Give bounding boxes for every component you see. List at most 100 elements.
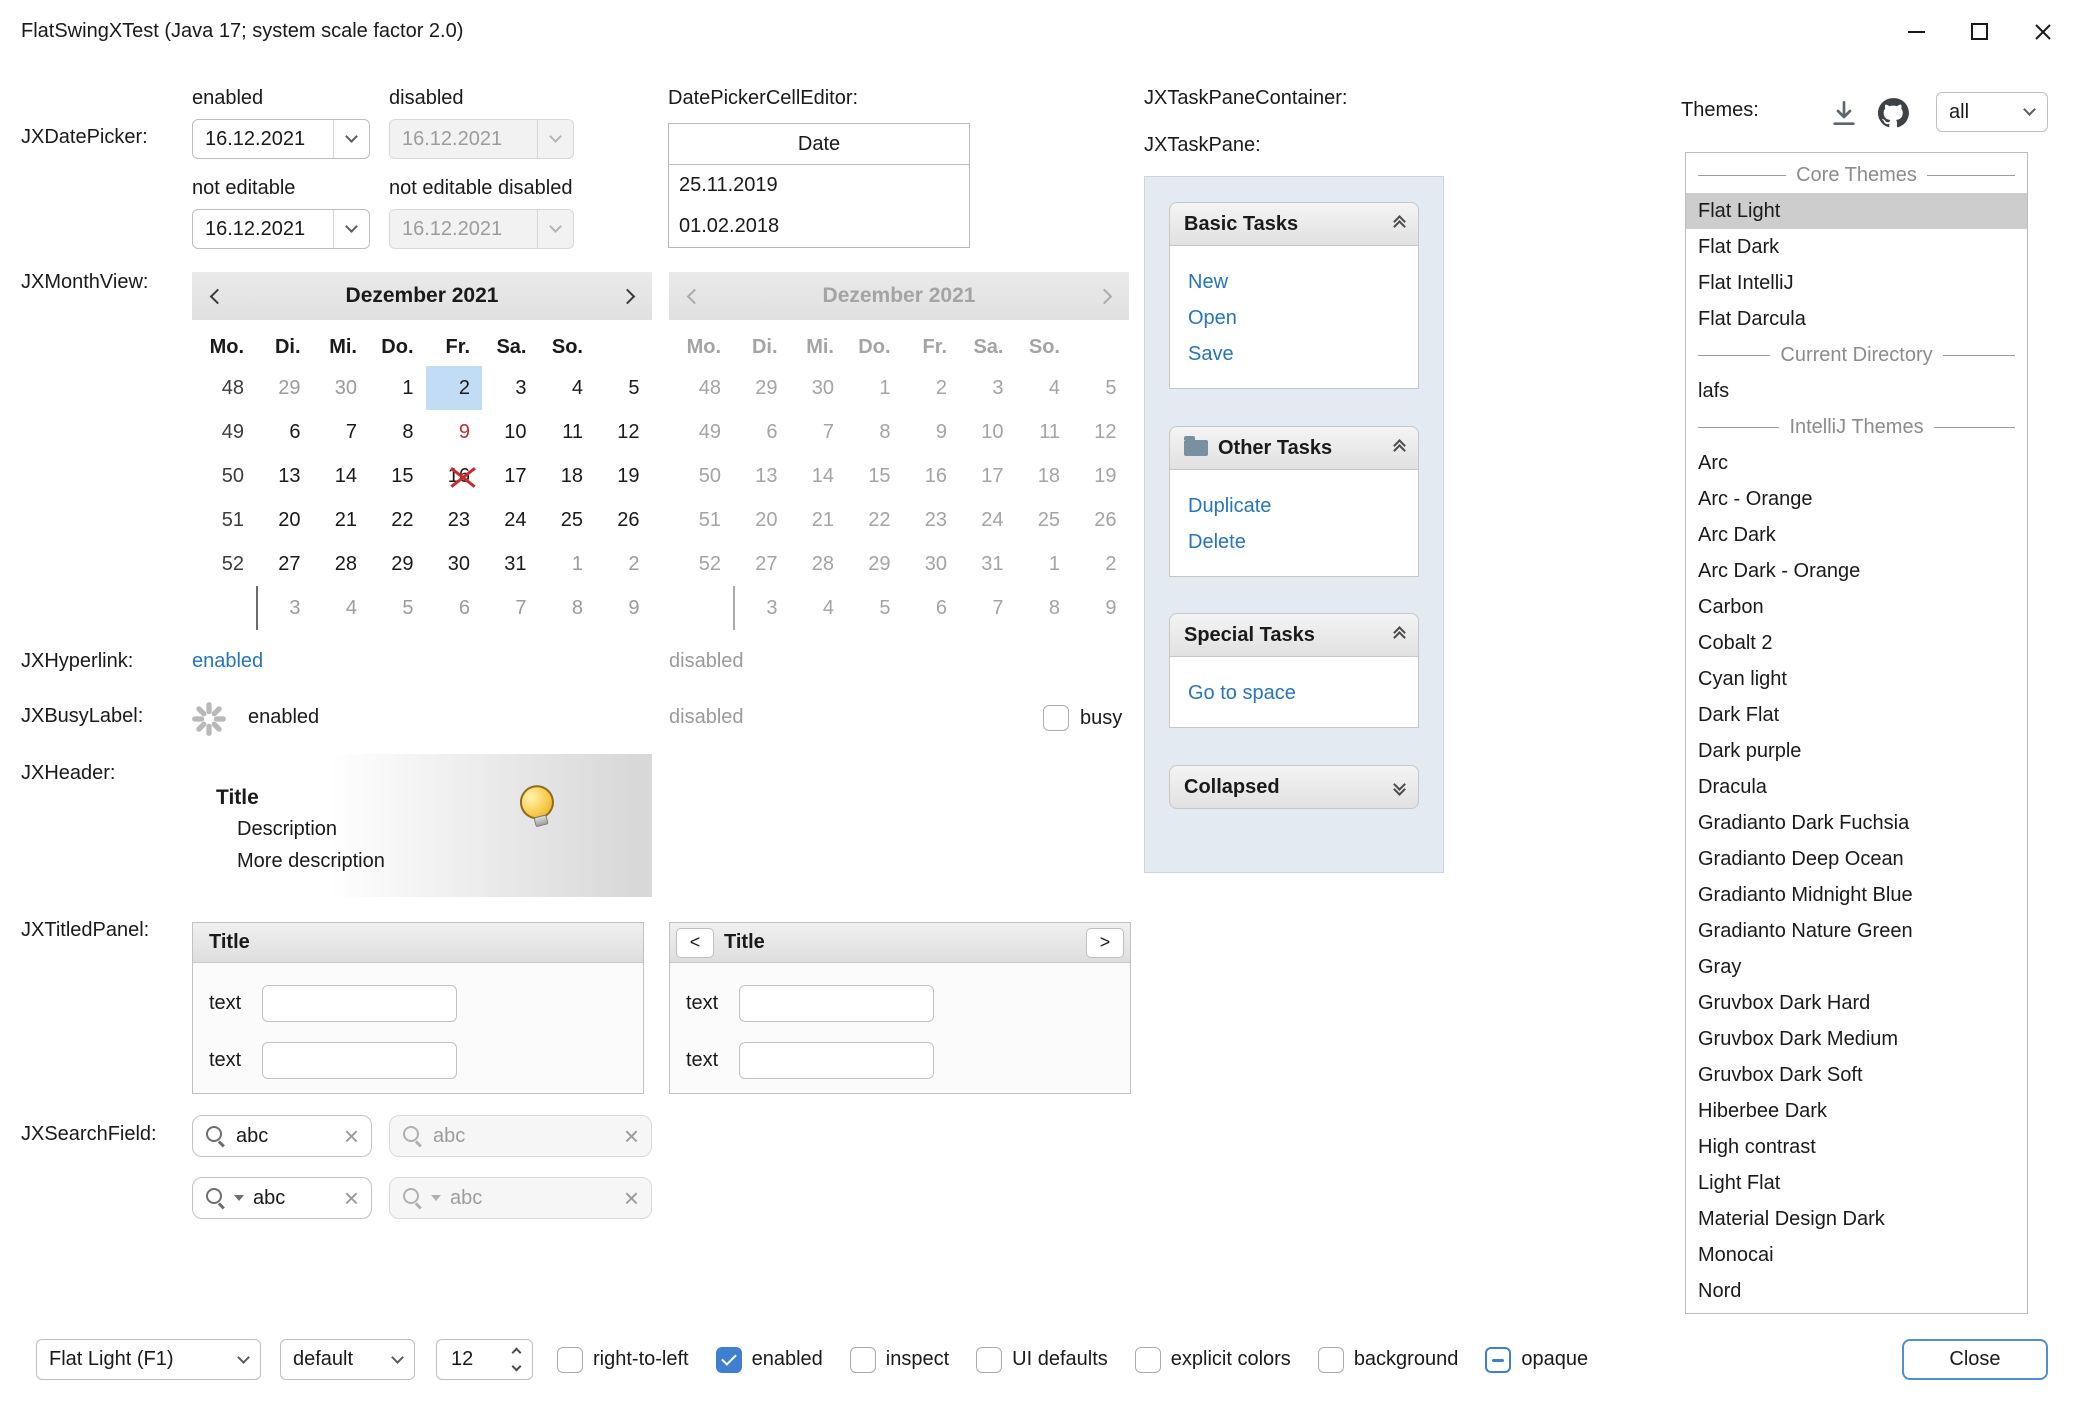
theme-list-item[interactable]: Gradianto Dark Fuchsia — [1686, 805, 2027, 841]
collapse-chevron-icon[interactable] — [1395, 217, 1404, 231]
calendar-cell[interactable]: 26 — [595, 498, 652, 542]
calendar-cell[interactable]: 1 — [539, 542, 596, 586]
calendar-cell[interactable]: 13 — [256, 454, 313, 498]
calendar-cell[interactable]: 49 — [192, 410, 256, 454]
datepicker-not-editable[interactable]: 16.12.2021 — [192, 209, 370, 249]
calendar-cell[interactable]: 48 — [192, 366, 256, 410]
checkbox[interactable] — [1318, 1347, 1344, 1373]
spinner-arrows[interactable] — [513, 1349, 532, 1370]
theme-list-item[interactable]: Cobalt 2 — [1686, 625, 2027, 661]
taskpane-link[interactable]: Save — [1188, 336, 1418, 372]
calendar-cell[interactable]: 9 — [595, 586, 652, 630]
text-input[interactable] — [262, 985, 457, 1022]
close-dialog-button[interactable]: Close — [1902, 1339, 2048, 1380]
theme-list-item[interactable]: Dark Flat — [1686, 697, 2027, 733]
calendar-cell[interactable]: 6 — [256, 410, 313, 454]
datepicker-cell-editor-table[interactable]: Date 25.11.201901.02.2018 — [668, 123, 970, 248]
theme-list-item[interactable]: Nord — [1686, 1273, 2027, 1309]
next-month-button[interactable] — [606, 275, 648, 317]
clear-icon[interactable]: × — [344, 1185, 359, 1211]
download-icon[interactable] — [1828, 97, 1860, 129]
calendar-cell[interactable]: 3 — [482, 366, 539, 410]
checkbox[interactable] — [1135, 1347, 1161, 1373]
option-checkbox-group[interactable]: background — [1318, 1347, 1459, 1373]
calendar-cell[interactable]: 50 — [192, 454, 256, 498]
calendar-cell[interactable]: 11 — [539, 410, 596, 454]
search-menu-arrow-icon[interactable] — [234, 1195, 244, 1201]
option-checkbox-group[interactable]: UI defaults — [976, 1347, 1108, 1373]
calendar-cell[interactable]: 5 — [595, 366, 652, 410]
theme-list-item[interactable]: Monocai — [1686, 1237, 2027, 1273]
theme-list-item[interactable]: Flat IntelliJ — [1686, 265, 2027, 301]
font-size-spinner[interactable]: 12 — [436, 1339, 533, 1380]
theme-list-item[interactable]: Flat Darcula — [1686, 301, 2027, 337]
calendar-cell[interactable]: 22 — [369, 498, 426, 542]
titledpanel-next-button[interactable]: > — [1086, 928, 1124, 958]
theme-list-item[interactable]: High contrast — [1686, 1129, 2027, 1165]
theme-list-item[interactable]: IntelliJ Themes — [1686, 409, 2027, 445]
theme-select-combo[interactable]: Flat Light (F1) — [36, 1339, 261, 1380]
style-select-combo[interactable]: default — [280, 1339, 415, 1380]
theme-list-item[interactable]: Core Themes — [1686, 157, 2027, 193]
calendar-cell[interactable]: 21 — [313, 498, 370, 542]
search-field-enabled[interactable]: abc × — [192, 1115, 372, 1157]
taskpane-header[interactable]: Other Tasks — [1169, 426, 1419, 470]
calendar-cell[interactable]: 20 — [256, 498, 313, 542]
theme-list-item[interactable]: Flat Light — [1686, 193, 2027, 229]
theme-list-item[interactable]: Arc - Orange — [1686, 481, 2027, 517]
theme-list-item[interactable]: Gray — [1686, 949, 2027, 985]
calendar-cell[interactable]: 23 — [426, 498, 483, 542]
taskpane-header[interactable]: Special Tasks — [1169, 613, 1419, 657]
calendar-cell[interactable]: 7 — [482, 586, 539, 630]
theme-list-item[interactable]: Flat Dark — [1686, 229, 2027, 265]
calendar-cell[interactable]: 30 — [426, 542, 483, 586]
calendar-cell[interactable]: 10 — [482, 410, 539, 454]
checkbox[interactable] — [1485, 1347, 1511, 1373]
theme-list-item[interactable]: Carbon — [1686, 589, 2027, 625]
calendar-cell[interactable]: 51 — [192, 498, 256, 542]
calendar-cell[interactable]: 29 — [256, 366, 313, 410]
text-input[interactable] — [262, 1042, 457, 1079]
close-button[interactable] — [2011, 0, 2074, 63]
chevron-down-icon[interactable] — [333, 120, 369, 158]
minimize-button[interactable] — [1885, 0, 1948, 63]
calendar-cell[interactable]: 12 — [595, 410, 652, 454]
checkbox[interactable] — [850, 1347, 876, 1373]
taskpane-link[interactable]: Go to space — [1188, 675, 1418, 711]
datepicker-enabled[interactable]: 16.12.2021 — [192, 119, 370, 159]
calendar-cell[interactable]: 4 — [313, 586, 370, 630]
theme-list-item[interactable]: Gruvbox Dark Hard — [1686, 985, 2027, 1021]
option-checkbox-group[interactable]: explicit colors — [1135, 1347, 1291, 1373]
calendar-cell[interactable]: 18 — [539, 454, 596, 498]
option-checkbox-group[interactable]: inspect — [850, 1347, 949, 1373]
chevron-down-icon[interactable] — [333, 210, 369, 248]
calendar-cell[interactable]: 3 — [256, 586, 313, 630]
calendar-cell[interactable]: 16 — [426, 454, 483, 498]
text-input[interactable] — [739, 985, 934, 1022]
maximize-button[interactable] — [1948, 0, 2011, 63]
busy-checkbox[interactable] — [1043, 705, 1069, 731]
calendar-cell[interactable]: 8 — [539, 586, 596, 630]
theme-list-item[interactable]: Gradianto Deep Ocean — [1686, 841, 2027, 877]
table-row[interactable]: 25.11.2019 — [669, 165, 969, 206]
busy-checkbox-group[interactable]: busy — [1043, 705, 1122, 731]
option-checkbox-group[interactable]: right-to-left — [557, 1347, 689, 1373]
taskpane-link[interactable]: New — [1188, 264, 1418, 300]
collapse-chevron-icon[interactable] — [1395, 441, 1404, 455]
theme-list-item[interactable]: Current Directory — [1686, 337, 2027, 373]
calendar-cell[interactable]: 31 — [482, 542, 539, 586]
taskpane-link[interactable]: Open — [1188, 300, 1418, 336]
checkbox[interactable] — [557, 1347, 583, 1373]
titledpanel-prev-button[interactable]: < — [676, 928, 714, 958]
calendar-cell[interactable]: 4 — [539, 366, 596, 410]
calendar-cell[interactable]: 5 — [369, 586, 426, 630]
taskpane-header[interactable]: Collapsed — [1169, 765, 1419, 809]
text-input[interactable] — [739, 1042, 934, 1079]
calendar-cell[interactable]: 6 — [426, 586, 483, 630]
theme-list-item[interactable]: Arc — [1686, 445, 2027, 481]
theme-list-item[interactable]: Gradianto Nature Green — [1686, 913, 2027, 949]
calendar-cell[interactable]: 7 — [313, 410, 370, 454]
theme-list[interactable]: Core Themes Flat Light Flat Dark Flat In… — [1685, 152, 2028, 1314]
table-row[interactable]: 01.02.2018 — [669, 206, 969, 247]
calendar-cell[interactable]: 8 — [369, 410, 426, 454]
